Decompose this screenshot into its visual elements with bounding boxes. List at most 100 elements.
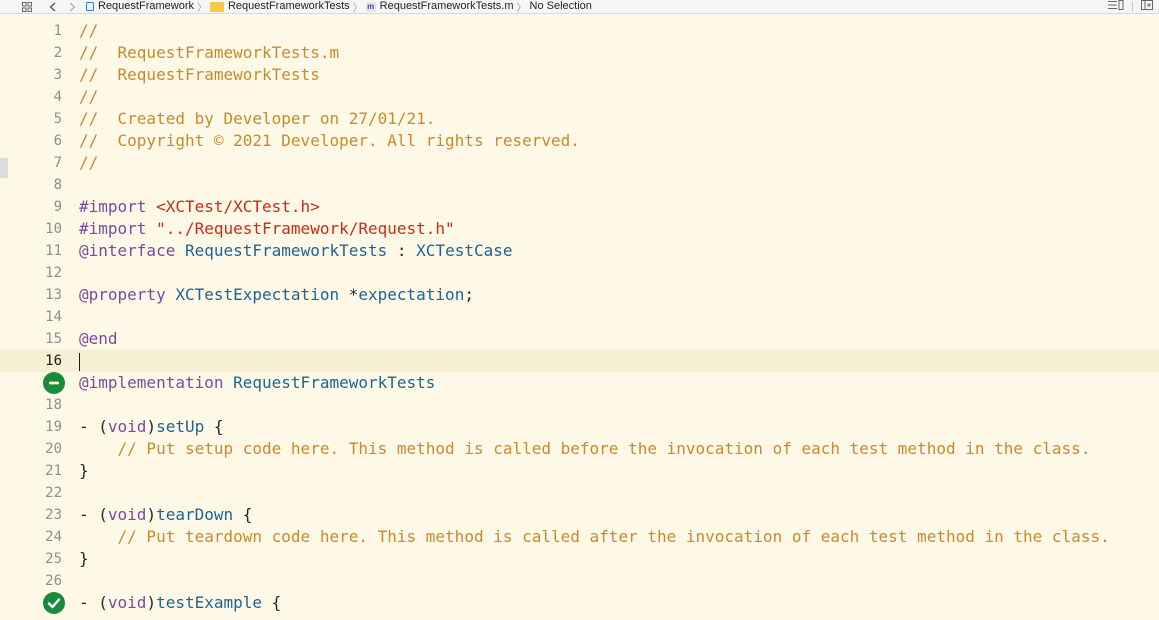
code-line[interactable]: @implementation RequestFrameworkTests <box>0 372 1159 394</box>
code-line[interactable]: 19 - (void)setUp { <box>0 416 1159 438</box>
line-number: 8 <box>53 177 62 193</box>
code-text: // RequestFrameworkTests.m <box>79 42 339 64</box>
code-token: XCTestExpectation <box>175 285 340 304</box>
code-text: - (void)setUp { <box>79 416 224 438</box>
code-token: { <box>204 417 224 436</box>
line-number: 11 <box>45 243 62 259</box>
code-token: : <box>387 241 417 260</box>
line-number: 25 <box>45 551 62 567</box>
line-number: 16 <box>45 353 62 369</box>
code-line[interactable]: 14 <box>0 306 1159 328</box>
chevron-left-icon[interactable] <box>46 2 58 12</box>
code-line[interactable]: 24 // Put teardown code here. This metho… <box>0 526 1159 548</box>
code-token: // RequestFrameworkTests <box>79 65 320 84</box>
folder-icon <box>209 1 224 12</box>
line-number: 1 <box>53 23 62 39</box>
code-line[interactable]: 1 // <box>0 20 1159 42</box>
test-diamond-icon[interactable] <box>43 372 65 394</box>
breadcrumb-project[interactable]: RequestFramework <box>86 1 194 12</box>
code-text: } <box>79 460 89 482</box>
line-number: 13 <box>45 287 62 303</box>
code-line[interactable]: 22 <box>0 482 1159 504</box>
code-token: void <box>107 505 147 524</box>
code-line[interactable]: 13 @property XCTestExpectation *expectati… <box>0 284 1159 306</box>
code-token: RequestFrameworkTests <box>233 373 436 392</box>
code-token: XCTestCase <box>416 241 513 260</box>
line-number: 19 <box>45 419 62 435</box>
code-line[interactable]: 23 - (void)tearDown { <box>0 504 1159 526</box>
code-text: // <box>79 86 98 108</box>
code-line[interactable]: 6 // Copyright © 2021 Developer. All righ… <box>0 130 1159 152</box>
breadcrumb-symbol[interactable]: No Selection <box>530 1 592 12</box>
toolbar-divider <box>1132 1 1133 12</box>
code-text: - (void)tearDown { <box>79 504 252 526</box>
code-token: @property <box>79 285 176 304</box>
code-text: @end <box>79 328 118 350</box>
breadcrumb-group[interactable]: RequestFrameworkTests <box>209 1 350 12</box>
chevron-right-icon[interactable] <box>66 2 78 12</box>
code-line[interactable]: 20 // Put setup code here. This method i… <box>0 438 1159 460</box>
code-line[interactable]: 7 // <box>0 152 1159 174</box>
code-line[interactable]: 9 #import <XCTest/XCTest.h> <box>0 196 1159 218</box>
code-line[interactable]: 16 <box>0 350 1159 372</box>
line-number: 15 <box>45 331 62 347</box>
grid-icon[interactable] <box>20 1 34 12</box>
line-number: 7 <box>53 155 62 171</box>
code-token: // Copyright © 2021 Developer. All right… <box>79 131 580 150</box>
editor-options-icon[interactable] <box>1108 0 1124 13</box>
code-token: void <box>107 417 147 436</box>
line-number: 18 <box>45 397 62 413</box>
code-token: // Put teardown code here. This method i… <box>79 527 1110 546</box>
code-line[interactable]: 26 <box>0 570 1159 592</box>
code-token: } <box>79 461 89 480</box>
code-text: // Put teardown code here. This method i… <box>79 526 1110 548</box>
code-line[interactable]: 21} <box>0 460 1159 482</box>
objc-file-icon: m <box>365 1 376 12</box>
code-token: ; <box>464 285 474 304</box>
code-line[interactable]: 11 @interface RequestFrameworkTests : XCT… <box>0 240 1159 262</box>
code-token: // <box>79 87 99 106</box>
code-line[interactable]: 2 // RequestFrameworkTests.m <box>0 42 1159 64</box>
test-passed-icon[interactable] <box>43 592 65 614</box>
code-line[interactable]: 10 #import "../RequestFramework/Request.h… <box>0 218 1159 240</box>
code-line[interactable]: 5 // Created by Developer on 27/01/21. <box>0 108 1159 130</box>
breadcrumb-file[interactable]: m RequestFrameworkTests.m <box>365 1 514 12</box>
code-line[interactable]: 25} <box>0 548 1159 570</box>
code-token: RequestFrameworkTests <box>184 241 388 260</box>
source-editor[interactable]: 1 // 2 // RequestFrameworkTests.m 3 // Reques… <box>0 20 1159 620</box>
line-number: 21 <box>45 463 62 479</box>
code-text: @implementation RequestFrameworkTests <box>79 372 435 394</box>
code-line[interactable]: 12 <box>0 262 1159 284</box>
code-token: * <box>339 285 359 304</box>
project-file-icon <box>86 2 94 11</box>
code-text: } <box>79 548 89 570</box>
code-token: // RequestFrameworkTests.m <box>79 43 340 62</box>
code-token: #import <box>79 197 157 216</box>
line-number: 5 <box>53 111 62 127</box>
line-number: 9 <box>53 199 62 215</box>
add-editor-icon[interactable] <box>1141 0 1153 13</box>
breadcrumb-separator: 〉 <box>516 3 527 14</box>
code-token: @end <box>79 329 118 348</box>
code-line[interactable]: - (void)testExample { <box>0 592 1159 614</box>
code-token: - ( <box>79 417 108 436</box>
jump-bar: RequestFramework 〉 RequestFrameworkTests… <box>0 0 1159 14</box>
code-text: @interface RequestFrameworkTests : XCTes… <box>79 240 513 262</box>
code-token: @interface <box>79 241 185 260</box>
line-number: 20 <box>45 441 62 457</box>
code-token: { <box>262 593 282 612</box>
code-line[interactable]: 18 <box>0 394 1159 416</box>
code-token: #import <box>79 219 157 238</box>
line-number: 4 <box>53 89 62 105</box>
code-line[interactable]: 4 // <box>0 86 1159 108</box>
code-token: setUp <box>156 417 205 436</box>
code-line[interactable]: 15 @end <box>0 328 1159 350</box>
code-text: #import "../RequestFramework/Request.h" <box>79 218 455 240</box>
code-line[interactable]: 3 // RequestFrameworkTests <box>0 64 1159 86</box>
code-token: } <box>79 549 89 568</box>
line-number: 26 <box>45 573 62 589</box>
code-token: { <box>233 505 253 524</box>
code-token: expectation <box>358 285 465 304</box>
code-line[interactable]: 8 <box>0 174 1159 196</box>
line-number: 3 <box>53 67 62 83</box>
